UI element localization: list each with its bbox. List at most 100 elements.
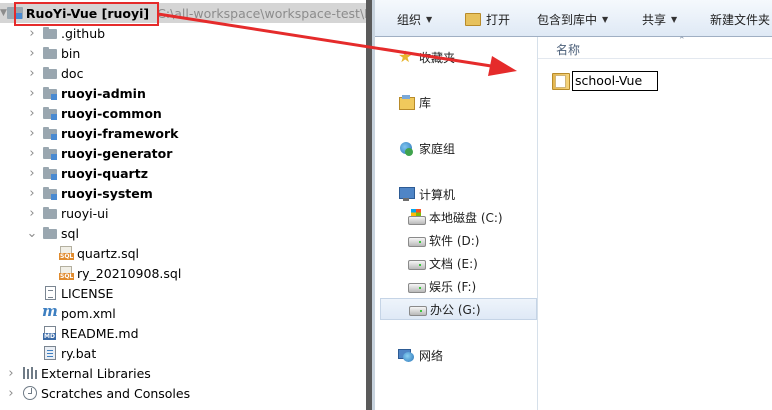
chevron-right-icon[interactable]: › bbox=[22, 43, 42, 63]
project-path: C:\all-workspace\workspace-test\Ru bbox=[157, 5, 366, 21]
module-folder-icon bbox=[42, 85, 58, 101]
nav-label: 收藏夹 bbox=[419, 50, 456, 65]
nav-computer[interactable]: 计算机 bbox=[398, 183, 561, 205]
file-row[interactable] bbox=[552, 70, 772, 91]
chevron-right-icon[interactable]: › bbox=[0, 363, 22, 383]
include-in-library-menu[interactable]: 包含到库中 ▼ bbox=[537, 11, 608, 28]
folder-icon bbox=[42, 225, 58, 241]
tree-item-label: pom.xml bbox=[61, 305, 116, 321]
nav-drive[interactable]: 办公 (G:) bbox=[380, 298, 537, 320]
module-folder-icon bbox=[42, 165, 58, 181]
nav-label: 库 bbox=[419, 95, 432, 110]
tree-item[interactable]: SQL quartz.sql bbox=[0, 243, 366, 263]
module-folder-icon bbox=[42, 185, 58, 201]
computer-icon bbox=[398, 186, 415, 202]
network-icon bbox=[398, 347, 414, 363]
drive-icon bbox=[409, 301, 427, 317]
nav-label: 办公 (G:) bbox=[430, 302, 481, 317]
new-folder-label: 新建文件夹 bbox=[710, 13, 771, 27]
folder-icon bbox=[42, 205, 58, 221]
tree-item[interactable]: › ruoyi-framework bbox=[0, 123, 366, 143]
markdown-file-icon: MD bbox=[42, 325, 58, 341]
tree-item[interactable]: › ruoyi-ui bbox=[0, 203, 366, 223]
tree-item-libraries[interactable]: › External Libraries bbox=[0, 363, 366, 383]
tree-item-label: bin bbox=[61, 45, 81, 61]
nav-label: 计算机 bbox=[419, 187, 456, 202]
chevron-right-icon[interactable]: › bbox=[22, 163, 42, 183]
chevron-right-icon[interactable]: › bbox=[22, 123, 42, 143]
nav-network[interactable]: 网络 bbox=[398, 344, 561, 366]
tree-item-label: ruoyi-quartz bbox=[61, 165, 148, 181]
tree-item-label: .github bbox=[61, 25, 106, 41]
tree-item-label: Scratches and Consoles bbox=[41, 385, 191, 401]
nav-drive[interactable]: 娱乐 (F:) bbox=[375, 275, 538, 297]
explorer-toolbar: 组织 ▼ 打开 包含到库中 ▼ 共享 ▼ 新建文件夹 bbox=[375, 0, 772, 37]
tree-item-label: ruoyi-admin bbox=[61, 85, 146, 101]
chevron-right-icon[interactable]: › bbox=[22, 143, 42, 163]
rename-input[interactable] bbox=[572, 70, 658, 91]
tree-item[interactable]: › bin bbox=[0, 43, 366, 63]
tree-item-label: quartz.sql bbox=[77, 245, 140, 261]
module-folder-icon bbox=[42, 105, 58, 121]
nav-drive[interactable]: 本地磁盘 (C:) bbox=[375, 206, 538, 228]
folder-icon bbox=[42, 45, 58, 61]
tree-item[interactable]: LICENSE bbox=[0, 283, 366, 303]
homegroup-icon bbox=[398, 140, 414, 156]
chevron-down-icon[interactable]: ⌄ bbox=[22, 223, 42, 243]
nav-drive[interactable]: 软件 (D:) bbox=[375, 229, 538, 251]
tree-root-project[interactable]: ▼ RuoYi-Vue [ruoyi] C:\all-workspace\wor… bbox=[0, 3, 366, 23]
open-button[interactable]: 打开 bbox=[465, 11, 510, 28]
scratches-icon bbox=[22, 385, 38, 401]
tree-item[interactable]: ry.bat bbox=[0, 343, 366, 363]
tree-item[interactable]: › ruoyi-quartz bbox=[0, 163, 366, 183]
star-icon bbox=[398, 47, 414, 66]
tree-item[interactable]: › doc bbox=[0, 63, 366, 83]
chevron-right-icon[interactable]: › bbox=[22, 23, 42, 43]
sql-file-icon: SQL bbox=[58, 265, 75, 281]
tree-item-label: ry.bat bbox=[61, 345, 97, 361]
chevron-right-icon[interactable]: › bbox=[22, 203, 42, 223]
project-name: RuoYi-Vue [ruoyi] bbox=[25, 5, 150, 21]
chevron-right-icon[interactable]: › bbox=[0, 383, 22, 403]
folder-icon bbox=[42, 65, 58, 81]
nav-label: 娱乐 (F:) bbox=[429, 279, 477, 294]
nav-homegroup[interactable]: 家庭组 bbox=[398, 137, 561, 159]
file-list: 名称 ⌃ bbox=[538, 36, 772, 410]
tree-item-label: sql bbox=[61, 225, 79, 241]
tree-item[interactable]: › ruoyi-admin bbox=[0, 83, 366, 103]
tree-item[interactable]: m pom.xml bbox=[0, 302, 366, 323]
tree-item[interactable]: › .github bbox=[0, 23, 366, 43]
chevron-right-icon[interactable]: › bbox=[22, 63, 42, 83]
collapse-arrow-icon[interactable]: ▼ bbox=[0, 3, 7, 23]
tree-item-label: External Libraries bbox=[41, 365, 151, 381]
nav-favorites[interactable]: 收藏夹 bbox=[398, 46, 561, 68]
share-label: 共享 bbox=[642, 13, 667, 27]
tree-item[interactable]: › ruoyi-system bbox=[0, 183, 366, 203]
tree-item-label: ruoyi-common bbox=[61, 105, 162, 121]
chevron-right-icon[interactable]: › bbox=[22, 183, 42, 203]
organize-menu[interactable]: 组织 ▼ bbox=[397, 11, 432, 28]
open-label: 打开 bbox=[486, 13, 511, 27]
tree-item[interactable]: ⌄ sql bbox=[0, 223, 366, 243]
nav-label: 本地磁盘 (C:) bbox=[429, 210, 503, 225]
chevron-right-icon[interactable]: › bbox=[22, 103, 42, 123]
nav-label: 软件 (D:) bbox=[429, 233, 480, 248]
sql-file-icon: SQL bbox=[58, 245, 75, 261]
share-menu[interactable]: 共享 ▼ bbox=[642, 11, 677, 28]
tree-item-label: README.md bbox=[61, 325, 139, 341]
nav-drive[interactable]: 文档 (E:) bbox=[375, 252, 538, 274]
tree-item[interactable]: › ruoyi-common bbox=[0, 103, 366, 123]
tree-item[interactable]: MD README.md bbox=[0, 323, 366, 343]
column-header-name[interactable]: 名称 ⌃ bbox=[538, 36, 772, 59]
tree-item-label: ruoyi-generator bbox=[61, 145, 173, 161]
nav-libraries[interactable]: 库 bbox=[398, 91, 561, 113]
library-icon bbox=[398, 94, 415, 110]
chevron-right-icon[interactable]: › bbox=[22, 83, 42, 103]
tree-item-scratches[interactable]: › Scratches and Consoles bbox=[0, 383, 366, 403]
tree-item[interactable]: › ruoyi-generator bbox=[0, 143, 366, 163]
tree-item[interactable]: SQL ry_20210908.sql bbox=[0, 263, 366, 283]
module-folder-icon bbox=[42, 125, 58, 141]
new-folder-button[interactable]: 新建文件夹 bbox=[710, 11, 770, 28]
include-library-label: 包含到库中 bbox=[537, 13, 598, 27]
